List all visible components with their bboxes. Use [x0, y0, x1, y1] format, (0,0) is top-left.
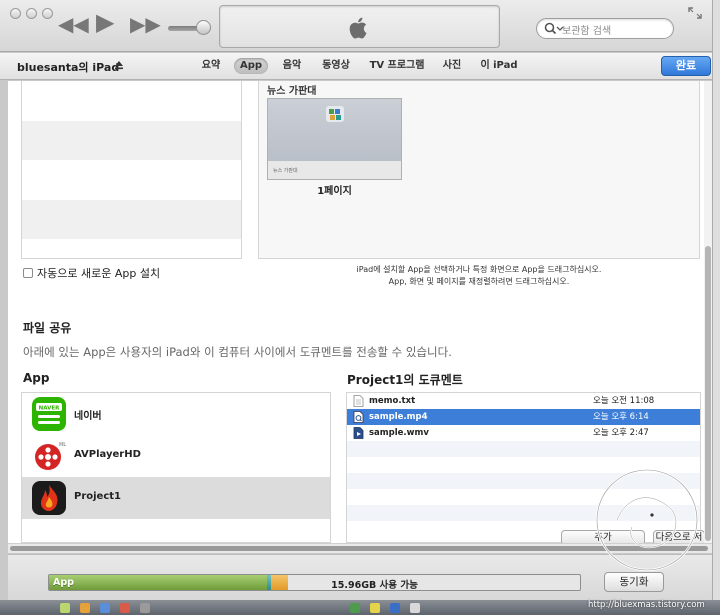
vertical-scrollbar[interactable] — [704, 81, 712, 543]
fullscreen-icon[interactable] — [688, 7, 702, 19]
text-file-icon — [353, 395, 364, 407]
document-name: memo.txt — [369, 396, 416, 406]
zoom-window-button[interactable] — [42, 8, 53, 19]
document-name: sample.wmv — [369, 428, 429, 438]
auto-install-checkbox[interactable]: 자동으로 새로운 App 설치 — [23, 265, 160, 281]
itunes-toolbar: ◀◀ ▶ ▶▶ 보관함 검색 — [0, 0, 712, 52]
app-name: 네이버 — [74, 411, 102, 422]
video-file-icon — [353, 411, 364, 423]
background-window — [712, 0, 720, 600]
dock-app-icon[interactable] — [350, 603, 360, 613]
dock-app-icon[interactable] — [60, 603, 70, 613]
apps-column-header: App — [23, 371, 50, 385]
hint-line: iPad에 설치할 App을 선택하거나 특정 화면으로 App을 드래그하십시… — [356, 265, 602, 274]
home-screen-title: 뉴스 가판대 — [267, 86, 317, 97]
list-item — [347, 441, 700, 457]
documents-column-header: Project1의 도큐멘트 — [347, 373, 463, 387]
naver-app-icon: NAVER — [32, 397, 66, 431]
sync-button[interactable]: 동기화 — [604, 572, 664, 592]
close-window-button[interactable] — [10, 8, 21, 19]
page-label: 1페이지 — [317, 186, 352, 197]
page-thumbnail-label: 뉴스 가판대 — [273, 168, 298, 174]
hint-line: App, 화면 및 페이지를 재정렬하려면 드래그하십시오. — [388, 277, 570, 286]
list-item[interactable] — [22, 199, 241, 239]
apple-logo-icon — [349, 17, 367, 39]
avplayerhd-app-icon: HD — [32, 439, 66, 473]
video-file-icon — [353, 427, 364, 439]
app-name: Project1 — [74, 491, 122, 502]
capacity-bar: App 15.96GB 사용 가능 — [48, 574, 581, 591]
document-row-sample-mp4[interactable]: sample.mp4 오늘 오후 6:14 — [347, 409, 700, 425]
file-sharing-description: 아래에 있는 App은 사용자의 iPad와 이 컴퓨터 사이에서 도큐멘트를 … — [23, 345, 452, 359]
tab-app[interactable]: App — [234, 58, 268, 74]
home-screen-hint: iPad에 설치할 App을 선택하거나 특정 화면으로 App을 드래그하십시… — [258, 264, 700, 288]
minimize-window-button[interactable] — [26, 8, 37, 19]
tab-tv-shows[interactable]: TV 프로그램 — [366, 58, 428, 74]
tab-music[interactable]: 음악 — [278, 58, 306, 74]
dock-app-icon[interactable] — [80, 603, 90, 613]
watermark-logo-icon — [595, 468, 699, 572]
newsstand-folder-icon — [326, 106, 344, 122]
svg-text:HD: HD — [59, 442, 66, 448]
document-date: 오늘 오전 11:08 — [593, 396, 655, 406]
installed-apps-list[interactable] — [21, 81, 242, 259]
scrollbar-thumb[interactable] — [705, 246, 711, 541]
rewind-icon[interactable]: ◀◀ — [58, 14, 89, 34]
dock-app-icon[interactable] — [370, 603, 380, 613]
list-item[interactable] — [22, 120, 241, 160]
document-name: sample.mp4 — [369, 412, 428, 422]
document-row-memo[interactable]: memo.txt 오늘 오전 11:08 — [347, 393, 700, 409]
dock-app-icon[interactable] — [390, 603, 400, 613]
status-display — [219, 5, 500, 48]
document-row-sample-wmv[interactable]: sample.wmv 오늘 오후 2:47 — [347, 425, 700, 441]
volume-knob[interactable] — [196, 20, 211, 35]
app-row-avplayerhd[interactable]: HD AVPlayerHD — [22, 435, 330, 477]
svg-text:NAVER: NAVER — [39, 406, 61, 412]
list-item[interactable] — [22, 81, 241, 121]
tab-summary[interactable]: 요약 — [197, 58, 225, 74]
play-icon[interactable]: ▶ — [96, 10, 114, 34]
home-screen-panel: 뉴스 가판대 뉴스 가판대 1페이지 — [258, 81, 700, 259]
list-item[interactable] — [22, 160, 241, 200]
search-placeholder: 보관함 검색 — [562, 26, 612, 37]
app-name: AVPlayerHD — [74, 449, 141, 460]
device-name: bluesanta의 iPad — [17, 61, 120, 74]
document-date: 오늘 오후 6:14 — [593, 412, 649, 422]
file-sharing-apps-list: NAVER 네이버 HD AVPlayerHD Project1 — [21, 392, 331, 543]
app-row-project1[interactable]: Project1 — [22, 477, 330, 519]
done-button[interactable]: 완료 — [661, 56, 711, 76]
project1-app-icon — [32, 481, 66, 515]
device-bar: bluesanta의 iPad 요약 App 음악 동영상 TV 프로그램 사진… — [0, 53, 712, 80]
tab-movies[interactable]: 동영상 — [316, 58, 356, 74]
tab-photos[interactable]: 사진 — [437, 58, 467, 74]
file-sharing-title: 파일 공유 — [23, 321, 72, 335]
library-search-input[interactable]: 보관함 검색 — [536, 18, 674, 39]
fast-forward-icon[interactable]: ▶▶ — [130, 14, 161, 34]
dock-app-icon[interactable] — [140, 603, 150, 613]
eject-icon[interactable] — [114, 60, 124, 70]
dock-app-icon[interactable] — [100, 603, 110, 613]
document-date: 오늘 오후 2:47 — [593, 428, 649, 438]
watermark-text: http://bluexmas.tistory.com — [588, 600, 705, 610]
list-item — [22, 519, 330, 542]
dock-app-icon[interactable] — [120, 603, 130, 613]
home-page-thumbnail[interactable]: 뉴스 가판대 — [267, 98, 402, 180]
auto-install-label: 자동으로 새로운 App 설치 — [37, 267, 161, 280]
capacity-free-label: 15.96GB 사용 가능 — [331, 580, 418, 591]
tab-this-ipad[interactable]: 이 iPad — [477, 58, 521, 74]
app-row-naver[interactable]: NAVER 네이버 — [22, 393, 330, 435]
dock-app-icon[interactable] — [410, 603, 420, 613]
checkbox-box[interactable] — [23, 268, 33, 278]
search-icon — [544, 22, 564, 35]
